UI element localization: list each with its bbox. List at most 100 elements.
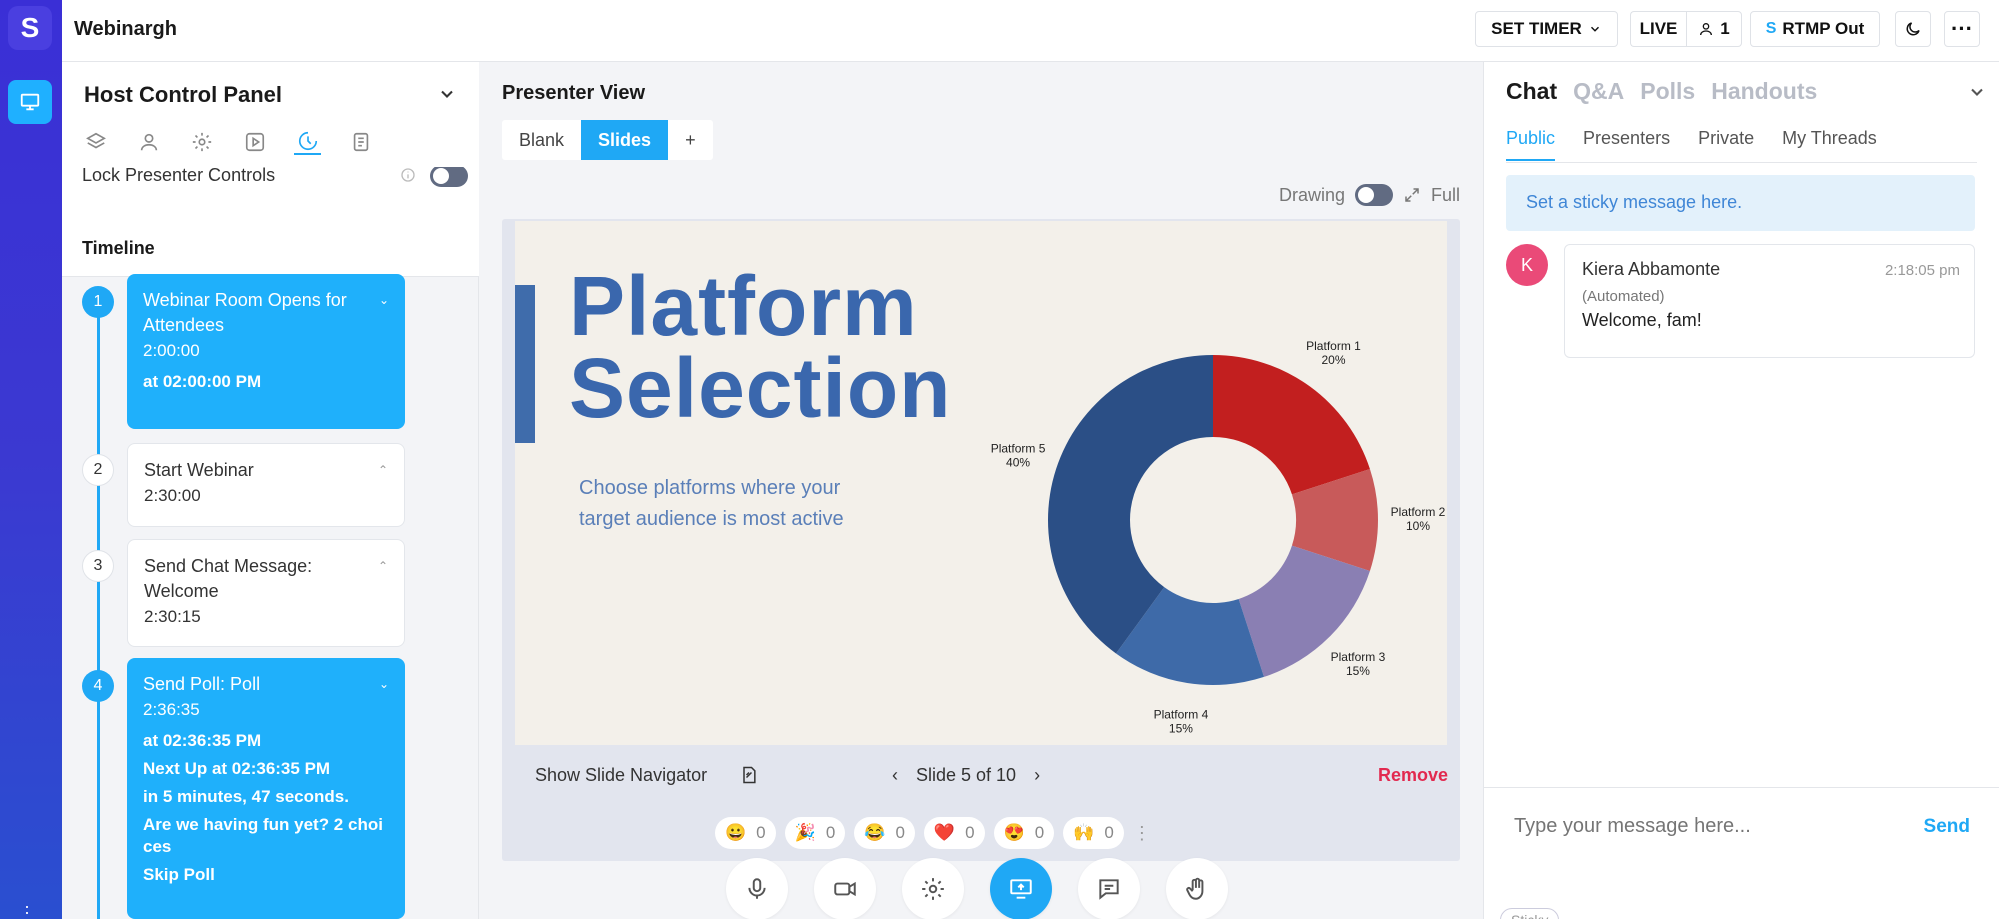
timeline-item[interactable]: ⌄ Webinar Room Opens for Attendees 2:00:… (127, 274, 405, 429)
subtab-private[interactable]: Private (1698, 128, 1754, 161)
more-horizontal-icon: ··· (1951, 16, 1973, 41)
host-panel-header: Host Control Panel (62, 62, 479, 167)
dark-mode-button[interactable] (1895, 11, 1931, 47)
presenter-room-button[interactable] (8, 80, 52, 124)
user-icon (1700, 23, 1713, 36)
chat-tabs: Chat Q&A Polls Handouts (1506, 78, 1817, 105)
tab-handouts[interactable]: Handouts (1711, 78, 1817, 105)
timeline-item-title: Send Poll: Poll (143, 674, 261, 694)
drawing-label: Drawing (1278, 184, 1345, 205)
reaction-heart[interactable]: ❤️ 0 (923, 817, 985, 849)
collapse-chevron-icon[interactable] (437, 84, 457, 104)
attendee-count-button[interactable]: 1 (1686, 11, 1742, 47)
moon-icon (1906, 22, 1920, 36)
camera-button[interactable] (814, 858, 876, 919)
reaction-party[interactable]: 🎉 0 (784, 817, 846, 849)
prev-slide-icon[interactable]: ‹ (892, 765, 898, 786)
host-control-panel: Lock Presenter Controls Host Control Pan… (62, 62, 479, 919)
skip-poll-button[interactable]: Skip Poll (143, 864, 389, 886)
mode-slides-button[interactable]: Slides (581, 120, 669, 160)
reaction-bar: 😀 0 🎉 0 😂 0 ❤️ 0 😍 0 🙌 0 ⋮ (715, 817, 1151, 849)
slice-value: 10% (1406, 519, 1430, 533)
tab-notes[interactable] (347, 128, 374, 155)
avatar: K (1506, 244, 1548, 286)
more-vertical-icon[interactable]: · · (24, 897, 30, 919)
drawing-toggle[interactable] (1354, 184, 1393, 206)
timeline-item-title: Send Chat Message: Welcome (144, 556, 313, 601)
chat-subtabs: Public Presenters Private My Threads (1506, 128, 1877, 161)
subtab-public[interactable]: Public (1506, 128, 1556, 161)
tab-layers[interactable] (82, 128, 109, 155)
full-screen-button[interactable]: Full (1431, 185, 1460, 206)
timeline-icon (298, 131, 317, 150)
mode-blank-button[interactable]: Blank (502, 120, 581, 160)
chevron-up-icon[interactable]: ⌃ (378, 554, 388, 579)
reaction-raised-hands[interactable]: 🙌 0 (1063, 817, 1124, 849)
timeline-heading: Timeline (82, 238, 155, 258)
slice-value: 15% (1346, 664, 1370, 678)
sticky-message-field[interactable]: Set a sticky message here. (1506, 175, 1975, 231)
reaction-laugh[interactable]: 😂 0 (854, 817, 915, 849)
live-status-button[interactable]: LIVE (1630, 11, 1686, 47)
show-slide-navigator-button[interactable]: Show Slide Navigator (535, 765, 707, 786)
chevron-up-icon[interactable]: ⌃ (378, 458, 388, 483)
raise-hand-button[interactable] (1166, 858, 1228, 919)
reaction-count: 0 (1034, 823, 1045, 842)
reaction-count: 0 (1104, 823, 1114, 842)
chevron-down-icon[interactable]: ⌄ (379, 672, 389, 697)
subtab-my-threads[interactable]: My Threads (1782, 128, 1877, 161)
more-options-button[interactable]: ··· (1944, 11, 1980, 47)
reaction-grinning[interactable]: 😀 0 (715, 817, 776, 849)
tab-qa[interactable]: Q&A (1573, 78, 1624, 105)
remove-slides-button[interactable]: Remove (1378, 765, 1448, 786)
chat-panel: Chat Q&A Polls Handouts Public Presenter… (1483, 62, 1999, 919)
slice-label: Platform 1 20% (1306, 339, 1361, 367)
microphone-icon (748, 878, 766, 899)
chat-toggle-button[interactable] (1078, 858, 1140, 919)
chevron-down-icon[interactable] (1967, 82, 1987, 102)
timeline-item[interactable]: ⌃ Start Webinar 2:30:00 (127, 443, 405, 527)
divider (1506, 162, 1977, 163)
tab-media[interactable] (241, 128, 268, 155)
timeline-step-number: 1 (82, 286, 114, 318)
timeline-item[interactable]: ⌃ Send Chat Message: Welcome 2:30:15 (127, 539, 405, 647)
slice-value: 15% (1169, 721, 1193, 735)
slice-value: 40% (1006, 456, 1030, 470)
rtmp-out-button[interactable]: S RTMP Out (1750, 11, 1880, 47)
tab-timeline[interactable] (294, 128, 321, 155)
timeline-item[interactable]: ⌄ Send Poll: Poll 2:36:35 at 02:36:35 PM… (127, 658, 405, 919)
chat-message-input[interactable] (1514, 815, 1894, 838)
platform-donut-chart: Platform 1 20%Platform 2 10%Platform 3 15%P… (991, 339, 1446, 735)
tab-polls[interactable]: Polls (1640, 78, 1695, 105)
expand-icon[interactable] (1403, 186, 1421, 204)
settings-button[interactable] (902, 858, 964, 919)
next-slide-icon[interactable]: › (1034, 765, 1040, 786)
info-icon (401, 168, 415, 182)
slice-category: Platform 2 (1391, 505, 1446, 519)
tab-user[interactable] (135, 128, 162, 155)
message-time: 2:18:05 pm (1884, 262, 1960, 279)
reaction-emoji: 😀 (725, 823, 747, 842)
slide-notes-icon[interactable] (739, 765, 759, 785)
timeline-item-question: Are we having fun yet? 2 choices (143, 815, 383, 856)
chat-bubble-icon (1099, 879, 1119, 900)
screen-share-button[interactable] (990, 858, 1052, 919)
app-logo[interactable]: S (8, 6, 52, 50)
lock-presenter-label: Lock Presenter Controls (82, 165, 276, 185)
presenter-mode-switch: Blank Slides + (502, 120, 713, 160)
timeline-item-title: Webinar Room Opens for Attendees (143, 290, 347, 335)
send-button[interactable]: Send (1924, 816, 1970, 838)
microphone-button[interactable] (726, 858, 788, 919)
tab-settings[interactable] (188, 128, 215, 155)
reaction-heart-eyes[interactable]: 😍 0 (993, 817, 1055, 849)
subtab-presenters[interactable]: Presenters (1583, 128, 1670, 161)
reaction-count: 0 (825, 823, 836, 842)
tab-chat[interactable]: Chat (1506, 78, 1557, 105)
slide-counter: Slide 5 of 10 (916, 764, 1017, 785)
sticky-toggle[interactable]: Sticky (1500, 908, 1560, 919)
set-timer-button[interactable]: SET TIMER (1475, 11, 1618, 47)
add-mode-button[interactable]: + (668, 120, 713, 160)
lock-presenter-toggle[interactable] (430, 165, 468, 187)
chevron-down-icon[interactable]: ⌄ (379, 288, 389, 313)
more-reactions-icon[interactable]: ⋮ (1133, 817, 1151, 849)
